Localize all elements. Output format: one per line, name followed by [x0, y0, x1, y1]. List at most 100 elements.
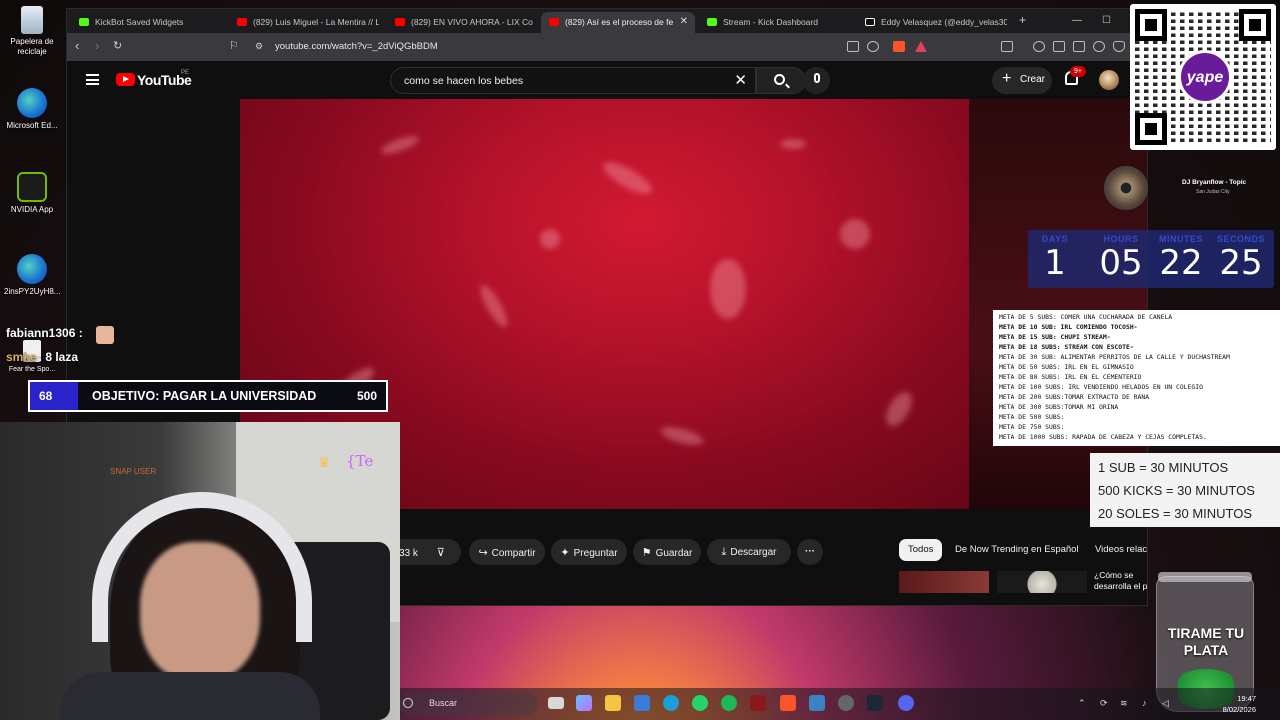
- tab-label: (829) Luis Miguel - La Mentira // Le: [253, 17, 379, 27]
- download-label: Descargar: [730, 547, 777, 558]
- tab-kickbot[interactable]: KickBot Saved Widgets: [71, 12, 221, 33]
- settings-icon[interactable]: [838, 695, 854, 711]
- share-button[interactable]: ↪ Compartir: [469, 539, 545, 565]
- create-button[interactable]: + Crear: [992, 67, 1052, 94]
- save-button[interactable]: ⚑ Guardar: [633, 539, 701, 565]
- related-thumbnail-1[interactable]: [899, 571, 989, 593]
- address-bar: ‹ › ↻ ⚐ ⚙ youtube.com/watch?v=_2dViQGbBD…: [67, 33, 1147, 61]
- tab-label: (829) Así es el proceso de fe: [565, 17, 674, 27]
- task-view-icon[interactable]: [548, 697, 564, 709]
- goal-item: META DE 80 SUBS: IRL EN EL CEMENTERIO: [999, 373, 1142, 381]
- rate-item: 1 SUB = 30 MINUTOS: [1098, 460, 1229, 475]
- chip-trending[interactable]: De Now Trending en Español: [946, 539, 1088, 561]
- tab-en-vivo[interactable]: (829) EN VIVO AHORA - LIX Co: [387, 12, 537, 33]
- chat-message: : 8 laza: [38, 350, 79, 364]
- site-info-icon[interactable]: ⚙: [255, 41, 263, 52]
- search-query[interactable]: como se hacen los bebes: [404, 75, 523, 87]
- copilot-icon[interactable]: [576, 695, 592, 711]
- steam-icon[interactable]: [867, 695, 883, 711]
- edge-shortcut-icon[interactable]: Microsoft Ed...: [4, 88, 60, 131]
- brave-shields-icon[interactable]: [893, 41, 905, 52]
- webcam-streamer-shirt: [60, 672, 320, 720]
- goal-item: META DE 300 SUBS:TOMAR MI ORINA: [999, 403, 1119, 411]
- tray-network-icon[interactable]: ≋: [1120, 698, 1128, 709]
- search-button[interactable]: [756, 67, 806, 94]
- taskbar-search-label: Buscar: [429, 698, 458, 708]
- dislike-icon[interactable]: ⊽: [437, 547, 445, 559]
- media-icon[interactable]: [1033, 41, 1045, 52]
- qr-finder: [1135, 9, 1167, 41]
- more-label: ···: [805, 546, 815, 557]
- tray-mic-icon[interactable]: ♪: [1142, 698, 1147, 708]
- save-label: Guardar: [655, 548, 693, 559]
- cast-icon[interactable]: [847, 41, 859, 52]
- tab-label: (829) EN VIVO AHORA - LIX Co: [411, 17, 533, 27]
- vpn-icon[interactable]: [1113, 41, 1125, 52]
- forward-icon[interactable]: ›: [95, 38, 99, 53]
- reload-icon[interactable]: ↻: [113, 39, 122, 52]
- brave-rewards-icon[interactable]: [915, 41, 927, 52]
- tray-speaker-icon[interactable]: ◁: [1162, 698, 1169, 709]
- ask-button[interactable]: ✦ Preguntar: [551, 539, 627, 565]
- new-tab-icon[interactable]: +: [1019, 13, 1026, 27]
- stream-chat: fabiann1306 : smke : 8 laza: [0, 322, 130, 372]
- share-icon[interactable]: [867, 41, 879, 52]
- like-dislike-button[interactable]: 33 k ⊽: [391, 539, 461, 565]
- chat-username: smke: [6, 350, 37, 364]
- chip-all[interactable]: Todos: [899, 539, 943, 561]
- recycle-bin-icon[interactable]: Papelera de reciclaje: [4, 6, 60, 57]
- goal-item: META DE 15 SUB: CHUPI STREAM-: [999, 333, 1111, 341]
- edge-shortcut-2-icon[interactable]: 2insPY2UyH8...: [4, 254, 60, 297]
- goal-item: META DE 200 SUBS:TOMAR EXTRACTO DE RANA: [999, 393, 1150, 401]
- url-text[interactable]: youtube.com/watch?v=_2dViQGbBDM: [275, 41, 438, 52]
- store-icon[interactable]: [634, 695, 650, 711]
- search-icon: [774, 74, 785, 85]
- tab-active-video[interactable]: (829) Así es el proceso de fe ✕: [541, 12, 695, 33]
- edge-taskbar-icon[interactable]: [663, 695, 679, 711]
- more-actions-button[interactable]: ···: [797, 539, 823, 565]
- menu-icon[interactable]: [86, 74, 99, 85]
- goal-item: META DE 5 SUBS: COMER UNA CUCHARADA DE C…: [999, 313, 1173, 321]
- bookmark-icon[interactable]: ⚐: [229, 39, 239, 52]
- objective-current: 68: [30, 382, 78, 410]
- related-thumbnail-2[interactable]: [997, 571, 1087, 593]
- extensions-icon[interactable]: [1001, 41, 1013, 52]
- download-button[interactable]: ⤓ Descargar: [707, 539, 791, 565]
- game-app-icon[interactable]: [750, 695, 766, 711]
- tray-sync-icon[interactable]: ⟳: [1100, 698, 1108, 709]
- whatsapp-icon[interactable]: [692, 695, 708, 711]
- clear-search-icon[interactable]: ✕: [734, 71, 747, 89]
- sidebar-icon[interactable]: [1053, 41, 1065, 52]
- ask-label: Preguntar: [573, 548, 618, 559]
- spotify-icon[interactable]: [721, 695, 737, 711]
- tab-kick-dashboard[interactable]: Stream - Kick Dashboard: [699, 12, 849, 33]
- nvidia-app-icon[interactable]: NVIDIA App: [4, 172, 60, 215]
- account-avatar[interactable]: [1099, 70, 1119, 90]
- back-icon[interactable]: ‹: [75, 38, 79, 53]
- crown-icon: ♛: [318, 454, 331, 470]
- goal-item: META DE 1000 SUBS: RAPADA DE CABEZA Y CE…: [999, 433, 1207, 441]
- youtube-logo-icon[interactable]: [116, 73, 135, 86]
- taskbar-search[interactable]: Buscar: [400, 692, 538, 716]
- maximize-icon[interactable]: ☐: [1102, 15, 1111, 26]
- wallet-icon[interactable]: [1073, 41, 1085, 52]
- taskbar-clock[interactable]: 19:47 8/02/2026: [1223, 693, 1256, 715]
- leo-icon[interactable]: [1093, 41, 1105, 52]
- discord-icon[interactable]: [898, 695, 914, 711]
- related-title[interactable]: ¿Cómo se desarrolla el part: [1094, 570, 1147, 592]
- file-explorer-icon[interactable]: [605, 695, 621, 711]
- chip-label: Videos relacio: [1095, 544, 1148, 555]
- like-count: 33 k: [399, 548, 418, 559]
- chip-related[interactable]: Videos relacio: [1086, 539, 1148, 561]
- voice-search-button[interactable]: [803, 67, 830, 94]
- tab-close-icon[interactable]: ✕: [680, 16, 688, 27]
- countdown-value: 1: [1044, 243, 1066, 283]
- objective-target: 500: [356, 389, 377, 403]
- notepad-icon[interactable]: [809, 695, 825, 711]
- minimize-icon[interactable]: —: [1072, 15, 1082, 26]
- brave-taskbar-icon[interactable]: [780, 695, 796, 711]
- tray-overflow-icon[interactable]: ⌃: [1078, 698, 1086, 709]
- tab-tiktok[interactable]: Eddy Velasquez (@eddy_velas30) e: [857, 12, 1007, 33]
- search-input[interactable]: como se hacen los bebes ✕: [390, 67, 756, 94]
- tab-luis-miguel[interactable]: (829) Luis Miguel - La Mentira // Le: [229, 12, 379, 33]
